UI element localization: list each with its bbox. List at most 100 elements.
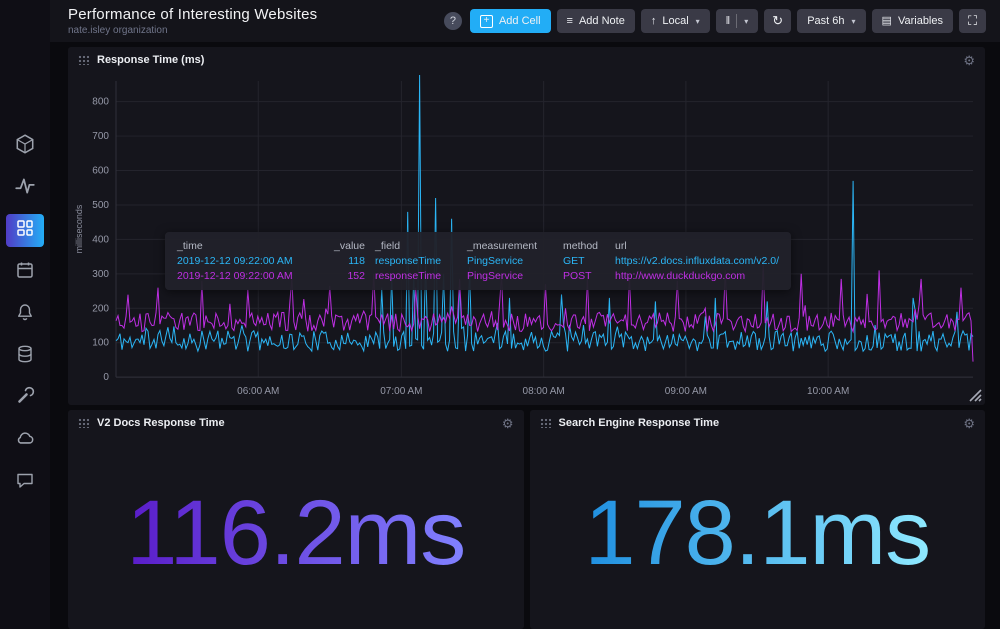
svg-text:08:00 AM: 08:00 AM bbox=[523, 386, 565, 397]
cell-title: V2 Docs Response Time bbox=[97, 417, 225, 429]
add-cell-button[interactable]: + Add Cell bbox=[470, 9, 551, 33]
drag-handle-icon[interactable] bbox=[78, 418, 89, 428]
tooltip-cell: https://v2.docs.influxdata.com/v2.0/ bbox=[615, 255, 779, 267]
add-note-button[interactable]: ≡ Add Note bbox=[557, 9, 635, 33]
note-lines-icon: ≡ bbox=[567, 16, 573, 27]
svg-text:500: 500 bbox=[92, 200, 109, 211]
graph-tooltip: _time _value _field _measurement method … bbox=[165, 232, 791, 290]
org-subtitle: nate.isley organization bbox=[68, 25, 317, 36]
svg-text:700: 700 bbox=[92, 131, 109, 142]
drag-handle-icon[interactable] bbox=[540, 418, 551, 428]
toolbar: ? + Add Cell ≡ Add Note ↑ Local ▾ ‖ bbox=[444, 9, 986, 33]
chevron-down-icon: ▾ bbox=[744, 17, 748, 26]
cell-search-engine-response-time: Search Engine Response Time ⚙ 178.1ms bbox=[530, 410, 986, 629]
variables-icon: ▤ bbox=[882, 16, 892, 27]
button-divider bbox=[736, 14, 737, 28]
app-root: Performance of Interesting Websites nate… bbox=[0, 0, 1000, 629]
tooltip-col-header: _field bbox=[375, 240, 457, 252]
wrench-icon bbox=[15, 386, 35, 411]
help-button[interactable]: ? bbox=[444, 12, 462, 30]
cell-header: Search Engine Response Time ⚙ bbox=[530, 410, 986, 436]
question-icon: ? bbox=[450, 15, 456, 27]
cell-title: Search Engine Response Time bbox=[559, 417, 720, 429]
sidebar-item-alerts[interactable] bbox=[6, 298, 44, 331]
svg-text:0: 0 bbox=[103, 372, 109, 383]
stat-row: V2 Docs Response Time ⚙ 116.2ms Search E… bbox=[68, 410, 985, 629]
svg-text:06:00 AM: 06:00 AM bbox=[237, 386, 279, 397]
cell-title: Response Time (ms) bbox=[97, 54, 204, 66]
presentation-icon: ⛶ bbox=[968, 13, 977, 29]
svg-text:200: 200 bbox=[92, 303, 109, 314]
sidebar-item-dashboards[interactable] bbox=[6, 214, 44, 247]
influxdb-logo-icon bbox=[14, 133, 36, 160]
svg-text:100: 100 bbox=[92, 338, 109, 349]
variables-button[interactable]: ▤ Variables bbox=[872, 9, 953, 33]
tooltip-cell: 2019-12-12 09:22:00 AM bbox=[177, 255, 315, 267]
page-header: Performance of Interesting Websites nate… bbox=[50, 0, 1000, 42]
database-icon bbox=[15, 344, 35, 369]
single-stat-value: 116.2ms bbox=[126, 487, 465, 579]
gear-icon[interactable]: ⚙ bbox=[963, 417, 975, 430]
svg-text:800: 800 bbox=[92, 97, 109, 108]
tooltip-cell: responseTime bbox=[375, 255, 457, 267]
calendar-icon bbox=[15, 260, 35, 285]
svg-text:300: 300 bbox=[92, 269, 109, 280]
sidebar-item-feedback[interactable] bbox=[6, 466, 44, 499]
chevron-down-icon: ▾ bbox=[696, 17, 700, 26]
title-block: Performance of Interesting Websites nate… bbox=[68, 6, 317, 36]
dashboards-icon bbox=[15, 218, 35, 243]
time-range-label: Past 6h bbox=[807, 15, 844, 27]
presentation-mode-button[interactable]: ⛶ bbox=[959, 9, 986, 33]
tooltip-col-header: _measurement bbox=[467, 240, 553, 252]
sidebar-item-data-explorer[interactable] bbox=[6, 172, 44, 205]
tooltip-col-header: _value bbox=[325, 240, 365, 252]
cell-header: Response Time (ms) ⚙ bbox=[68, 47, 985, 73]
pause-icon: ‖ bbox=[726, 16, 731, 27]
add-note-label: Add Note bbox=[579, 15, 625, 27]
nav-sidebar bbox=[0, 0, 50, 629]
drag-handle-icon[interactable] bbox=[78, 55, 89, 65]
main-area: Performance of Interesting Websites nate… bbox=[50, 0, 1000, 629]
cell-header: V2 Docs Response Time ⚙ bbox=[68, 410, 524, 436]
time-range-dropdown[interactable]: Past 6h ▾ bbox=[797, 9, 865, 33]
resize-handle[interactable] bbox=[966, 386, 982, 402]
up-arrow-icon: ↑ bbox=[651, 16, 657, 27]
tooltip-cell: 152 bbox=[325, 270, 365, 282]
gear-icon[interactable]: ⚙ bbox=[963, 54, 975, 67]
sidebar-item-settings[interactable] bbox=[6, 382, 44, 415]
refresh-icon: ↻ bbox=[772, 13, 783, 29]
sidebar-item-load-data[interactable] bbox=[6, 340, 44, 373]
bell-icon bbox=[15, 302, 35, 327]
gear-icon[interactable]: ⚙ bbox=[502, 417, 514, 430]
page-title: Performance of Interesting Websites bbox=[68, 6, 317, 23]
pause-refresh-button[interactable]: ‖ ▾ bbox=[716, 9, 759, 33]
sidebar-item-cloud[interactable] bbox=[6, 424, 44, 457]
tooltip-cell: 118 bbox=[325, 255, 365, 267]
stat-body: 178.1ms bbox=[530, 436, 986, 629]
timezone-dropdown[interactable]: ↑ Local ▾ bbox=[641, 9, 710, 33]
svg-text:600: 600 bbox=[92, 166, 109, 177]
add-cell-icon: + bbox=[480, 15, 493, 28]
tooltip-cell: POST bbox=[563, 270, 605, 282]
svg-text:09:00 AM: 09:00 AM bbox=[665, 386, 707, 397]
variables-label: Variables bbox=[898, 15, 943, 27]
tooltip-cell: responseTime bbox=[375, 270, 457, 282]
sidebar-item-home[interactable] bbox=[6, 130, 44, 163]
tooltip-cell: PingService bbox=[467, 255, 553, 267]
tooltip-col-header: method bbox=[563, 240, 605, 252]
tooltip-col-header: url bbox=[615, 240, 779, 252]
tooltip-cell: PingService bbox=[467, 270, 553, 282]
tooltip-col-header: _time bbox=[177, 240, 315, 252]
sidebar-item-tasks[interactable] bbox=[6, 256, 44, 289]
refresh-button[interactable]: ↻ bbox=[764, 9, 791, 33]
cell-v2-docs-response-time: V2 Docs Response Time ⚙ 116.2ms bbox=[68, 410, 524, 629]
svg-text:milliseconds: milliseconds bbox=[74, 204, 84, 253]
cell-response-time: Response Time (ms) ⚙ 0 100 200 300 400 500 600… bbox=[68, 47, 985, 405]
svg-text:400: 400 bbox=[92, 234, 109, 245]
dashboard-grid: Response Time (ms) ⚙ 0 100 200 300 400 500 600… bbox=[50, 42, 1000, 629]
pulse-graph-icon bbox=[14, 175, 36, 202]
add-cell-label: Add Cell bbox=[499, 15, 541, 27]
single-stat-value: 178.1ms bbox=[584, 487, 930, 579]
tooltip-cell: GET bbox=[563, 255, 605, 267]
tooltip-cell: http://www.duckduckgo.com bbox=[615, 270, 779, 282]
